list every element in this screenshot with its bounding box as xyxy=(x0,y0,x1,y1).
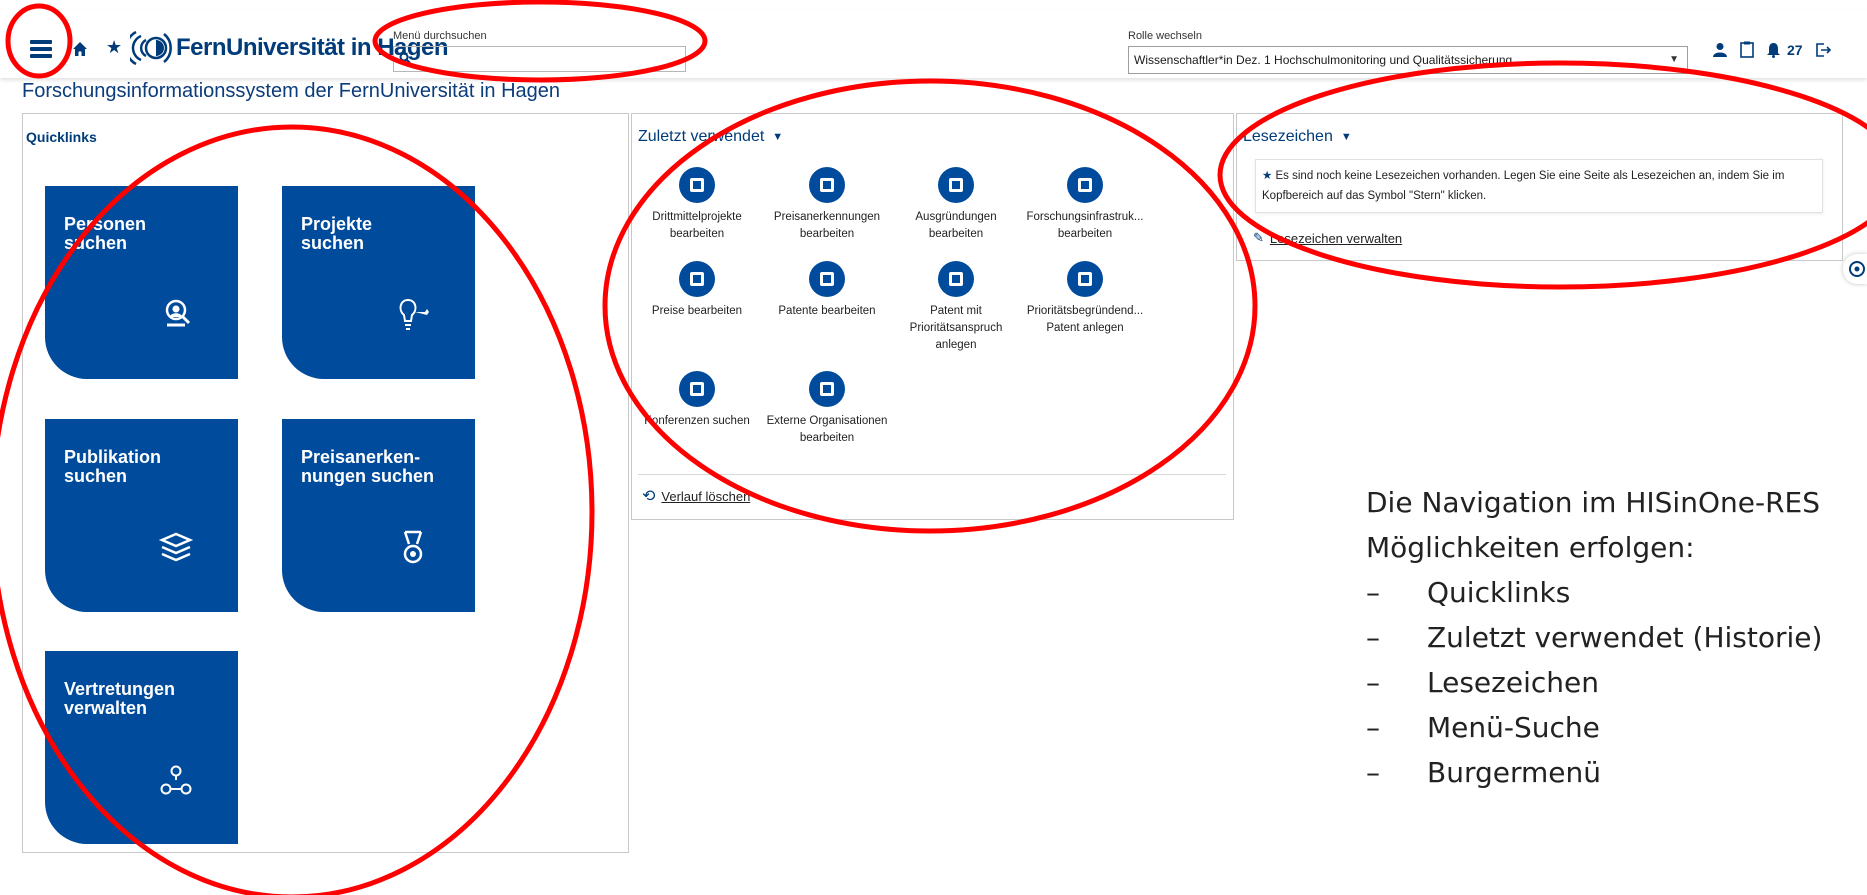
manage-bookmarks-link[interactable]: ✎ Lesezeichen verwalten xyxy=(1253,230,1402,246)
tile-label: Personen suchen xyxy=(64,214,147,253)
notes-intro-2: Möglichkeiten erfolgen: xyxy=(1366,531,1695,564)
role-switcher: Rolle wechseln Wissenschaftler*in Dez. 1… xyxy=(1128,30,1688,74)
burger-menu-icon[interactable] xyxy=(30,40,52,58)
recent-panel: Zuletzt verwendet ▼ Drittmittelprojekte … xyxy=(631,113,1234,520)
app-icon xyxy=(809,167,845,203)
chevron-down-icon: ▼ xyxy=(1340,131,1352,143)
quicklinks-panel: Quicklinks Personen suchen Projekte such… xyxy=(22,113,629,853)
app-icon xyxy=(679,167,715,203)
tile-label: Preisanerken- nungen suchen xyxy=(301,447,435,486)
recent-item[interactable]: Prioritätsbegründend... Patent anlegen xyxy=(1020,261,1150,337)
tile-preisanerkennungen-suchen[interactable]: Preisanerken- nungen suchen xyxy=(282,419,475,612)
medal-icon xyxy=(403,530,423,564)
bookmarks-header[interactable]: Lesezeichen ▼ xyxy=(1243,128,1352,146)
recent-item[interactable]: Konferenzen suchen xyxy=(632,371,762,430)
star-icon[interactable]: ★ xyxy=(106,37,122,57)
app-icon xyxy=(938,261,974,297)
notes-item: Zuletzt verwendet (Historie) xyxy=(1366,615,1822,660)
clear-history-label: Verlauf löschen xyxy=(661,488,751,504)
recent-item[interactable]: Patent mit Prioritätsanspruch anlegen xyxy=(891,261,1021,354)
star-icon: ★ xyxy=(1262,170,1273,182)
notes-intro: Die Navigation im HISinOne-RES xyxy=(1366,486,1820,519)
notes-item: Menü-Suche xyxy=(1366,705,1822,750)
app-icon xyxy=(809,371,845,407)
recent-item[interactable]: Preisanerkennungen bearbeiten xyxy=(762,167,892,243)
pencil-icon: ✎ xyxy=(1253,230,1264,245)
chevron-down-icon: ▼ xyxy=(772,131,784,143)
bookmarks-empty-note: ★ Es sind noch keine Lesezeichen vorhand… xyxy=(1255,159,1823,213)
tile-publikation-suchen[interactable]: Publikation suchen xyxy=(45,419,238,612)
bell-icon[interactable] xyxy=(1766,42,1781,58)
help-chat-button[interactable] xyxy=(1843,254,1867,284)
role-value: Wissenschaftler*in Dez. 1 Hochschulmonit… xyxy=(1134,53,1513,67)
app-icon xyxy=(938,167,974,203)
recent-title: Zuletzt verwendet xyxy=(638,128,765,145)
chat-icon xyxy=(1849,261,1865,277)
tile-label: Vertretungen verwalten xyxy=(64,679,176,718)
clear-history-link[interactable]: ⟲ Verlauf löschen xyxy=(642,486,750,506)
recent-header[interactable]: Zuletzt verwendet ▼ xyxy=(638,128,783,146)
notes-item: Quicklinks xyxy=(1366,570,1822,615)
app-icon xyxy=(679,261,715,297)
app-icon xyxy=(809,261,845,297)
tile-label: Projekte suchen xyxy=(301,214,373,253)
notes-list: Quicklinks Zuletzt verwendet (Historie) … xyxy=(1366,570,1822,795)
recent-item[interactable]: Externe Organisationen bearbeiten xyxy=(762,371,892,447)
clipboard-icon[interactable] xyxy=(1740,41,1754,58)
books-icon xyxy=(158,532,194,562)
slide-notes: Die Navigation im HISinOne-RES Möglichke… xyxy=(1366,480,1822,795)
notes-item: Burgermenü xyxy=(1366,750,1822,795)
menu-search: Menü durchsuchen xyxy=(393,30,686,72)
people-network-icon xyxy=(160,765,192,795)
tile-projekte-suchen[interactable]: Projekte suchen xyxy=(282,186,475,379)
user-toolbar: 27 xyxy=(1712,41,1831,58)
bookmarks-empty-text: Es sind noch keine Lesezeichen vorhanden… xyxy=(1262,170,1785,202)
app-icon xyxy=(1067,167,1103,203)
app-icon xyxy=(679,371,715,407)
bookmarks-panel: Lesezeichen ▼ ★ Es sind noch keine Lesez… xyxy=(1236,113,1843,261)
menu-search-box[interactable] xyxy=(393,46,686,72)
tile-personen-suchen[interactable]: Personen suchen xyxy=(45,186,238,379)
notes-item: Lesezeichen xyxy=(1366,660,1822,705)
recent-item[interactable]: Patente bearbeiten xyxy=(762,261,892,320)
undo-icon: ⟲ xyxy=(642,488,656,505)
recent-item[interactable]: Preise bearbeiten xyxy=(632,261,762,320)
role-label: Rolle wechseln xyxy=(1128,30,1202,42)
home-icon[interactable] xyxy=(72,41,88,57)
menu-search-label: Menü durchsuchen xyxy=(393,30,487,42)
tile-vertretungen-verwalten[interactable]: Vertretungen verwalten xyxy=(45,651,238,844)
page-title: Forschungsinformationssystem der FernUni… xyxy=(22,80,560,102)
top-bar: ★ FernUniversität in Hagen Menü durchsuc… xyxy=(0,10,1867,78)
user-icon[interactable] xyxy=(1712,42,1728,58)
divider xyxy=(638,474,1226,475)
person-search-icon xyxy=(165,299,191,327)
logout-icon[interactable] xyxy=(1815,42,1831,58)
search-icon xyxy=(399,52,411,64)
lightbulb-key-icon xyxy=(399,298,429,330)
recent-item[interactable]: Ausgründungen bearbeiten xyxy=(891,167,1021,243)
bookmarks-title: Lesezeichen xyxy=(1243,128,1333,145)
quicklinks-title: Quicklinks xyxy=(26,129,97,145)
tile-label: Publikation suchen xyxy=(64,447,162,486)
menu-search-input[interactable] xyxy=(416,47,670,71)
logo-mark-icon xyxy=(130,30,172,66)
chevron-down-icon: ▼ xyxy=(1669,54,1679,65)
recent-item[interactable]: Forschungsinfrastruk... bearbeiten xyxy=(1020,167,1150,243)
role-select[interactable]: Wissenschaftler*in Dez. 1 Hochschulmonit… xyxy=(1128,46,1688,74)
manage-bookmarks-label: Lesezeichen verwalten xyxy=(1269,230,1403,246)
notification-count[interactable]: 27 xyxy=(1787,42,1803,58)
recent-item[interactable]: Drittmittelprojekte bearbeiten xyxy=(632,167,762,243)
app-icon xyxy=(1067,261,1103,297)
